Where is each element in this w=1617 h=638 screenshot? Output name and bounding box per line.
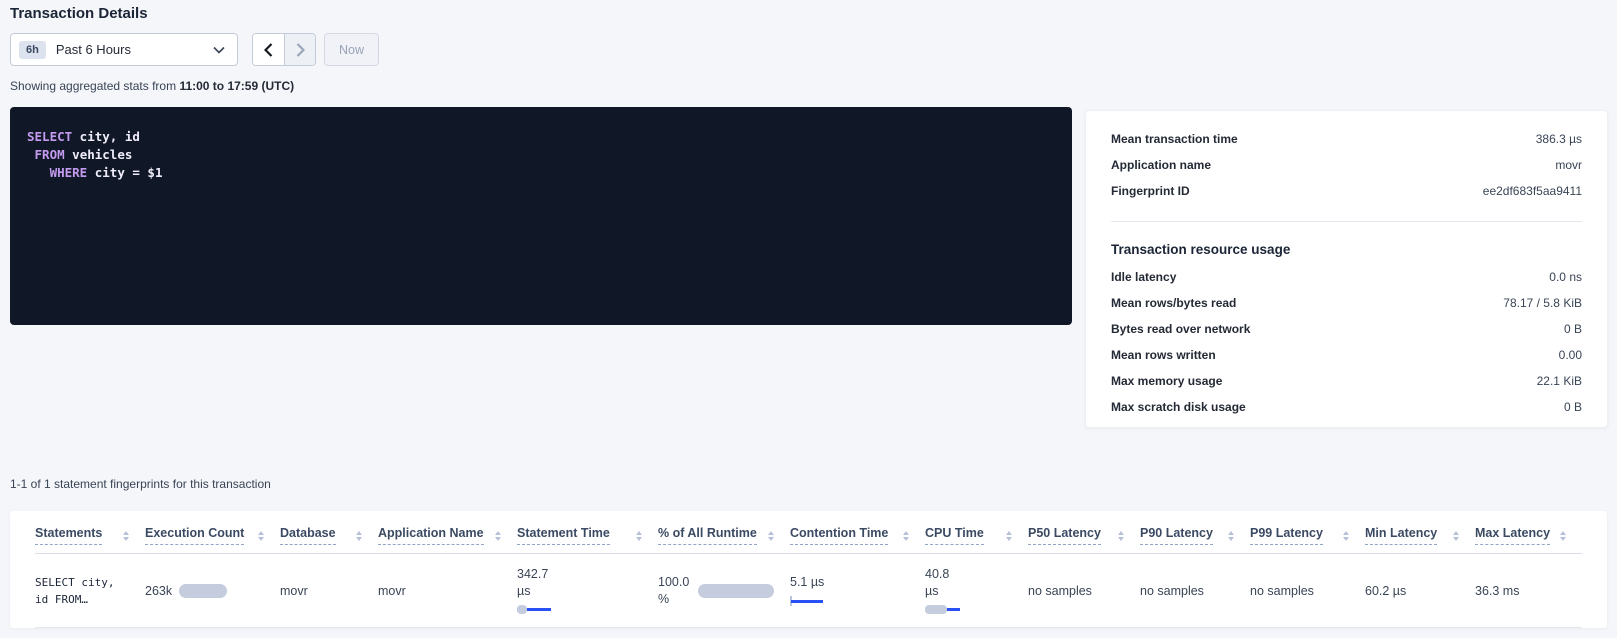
- column-header-statement-time[interactable]: Statement Time: [517, 511, 658, 554]
- aggregated-stats-caption: Showing aggregated stats from 11:00 to 1…: [10, 79, 294, 93]
- summary-label: Application name: [1111, 158, 1211, 172]
- sort-icon: [123, 531, 129, 541]
- sort-icon: [768, 531, 774, 541]
- column-header-cpu-time[interactable]: CPU Time: [925, 511, 1028, 554]
- statements-table-card: Statements Execution Count Database Appl…: [10, 511, 1607, 628]
- statement-fingerprint-link[interactable]: SELECT city, id FROM…: [35, 574, 139, 608]
- summary-value: ee2df683f5aa9411: [1483, 184, 1582, 198]
- resource-label: Mean rows/bytes read: [1111, 296, 1236, 310]
- resource-row: Max memory usage 22.1 KiB: [1111, 374, 1582, 400]
- p90-latency-cell: no samples: [1140, 554, 1250, 628]
- cpu-time-cell: 40.8 µs: [925, 554, 1028, 628]
- summary-label: Mean transaction time: [1111, 132, 1238, 146]
- aggregated-stats-range: 11:00 to 17:59 (UTC): [179, 79, 294, 93]
- resource-value: 0 B: [1564, 322, 1582, 336]
- resource-row: Max scratch disk usage 0 B: [1111, 400, 1582, 426]
- sql-line: SELECT city, id: [27, 128, 1072, 146]
- resource-value: 0 B: [1564, 400, 1582, 414]
- database-cell: movr: [280, 554, 378, 628]
- resource-label: Idle latency: [1111, 270, 1176, 284]
- column-header-max-latency[interactable]: Max Latency: [1475, 511, 1582, 554]
- resource-row: Bytes read over network 0 B: [1111, 322, 1582, 348]
- sort-icon: [356, 531, 362, 541]
- column-header-execution-count[interactable]: Execution Count: [145, 511, 280, 554]
- column-header-p90-latency[interactable]: P90 Latency: [1140, 511, 1250, 554]
- chevron-down-icon: [213, 46, 225, 54]
- execution-count-bar: [179, 584, 227, 598]
- summary-row: Fingerprint ID ee2df683f5aa9411: [1111, 184, 1582, 210]
- time-range-badge: 6h: [19, 41, 46, 59]
- p99-latency-cell: no samples: [1250, 554, 1365, 628]
- resource-usage-title: Transaction resource usage: [1111, 242, 1582, 257]
- transaction-summary-panel: Mean transaction time 386.3 µs Applicati…: [1085, 110, 1608, 428]
- sql-fingerprint-box: SELECT city, id FROM vehicles WHERE city…: [10, 107, 1072, 325]
- page-title: Transaction Details: [10, 5, 148, 22]
- cpu-time-bar: [925, 605, 961, 615]
- divider: [1111, 221, 1582, 222]
- column-header-p99-latency[interactable]: P99 Latency: [1250, 511, 1365, 554]
- table-row: SELECT city, id FROM… 263k movr movr 342…: [35, 554, 1582, 628]
- table-header-row: Statements Execution Count Database Appl…: [35, 511, 1582, 554]
- sort-icon: [1006, 531, 1012, 541]
- sql-line: WHERE city = $1: [27, 164, 1072, 182]
- column-header-database[interactable]: Database: [280, 511, 378, 554]
- time-range-arrows: [252, 33, 316, 66]
- resource-row: Mean rows written 0.00: [1111, 348, 1582, 374]
- column-header-p50-latency[interactable]: P50 Latency: [1028, 511, 1140, 554]
- time-range-select[interactable]: 6h Past 6 Hours: [10, 33, 238, 66]
- p50-latency-cell: no samples: [1028, 554, 1140, 628]
- resource-value: 78.17 / 5.8 KiB: [1503, 296, 1582, 310]
- next-range-button[interactable]: [284, 34, 315, 65]
- column-header-statements[interactable]: Statements: [35, 511, 145, 554]
- contention-time-cell: 5.1 µs: [790, 554, 925, 628]
- resource-label: Max scratch disk usage: [1111, 400, 1246, 414]
- sort-icon: [1228, 531, 1234, 541]
- column-header-min-latency[interactable]: Min Latency: [1365, 511, 1475, 554]
- application-name-cell: movr: [378, 554, 517, 628]
- resource-value: 0.0 ns: [1549, 270, 1582, 284]
- max-latency-cell: 36.3 ms: [1475, 554, 1582, 628]
- sort-icon: [636, 531, 642, 541]
- chevron-right-icon: [296, 43, 305, 57]
- now-button[interactable]: Now: [324, 33, 379, 66]
- pct-runtime-cell: 100.0 %: [658, 554, 790, 628]
- statements-table: Statements Execution Count Database Appl…: [35, 511, 1582, 628]
- time-controls: 6h Past 6 Hours Now: [10, 33, 379, 66]
- contention-time-bar: [790, 596, 824, 606]
- summary-label: Fingerprint ID: [1111, 184, 1190, 198]
- pct-runtime-bar: [698, 584, 774, 598]
- summary-value: 386.3 µs: [1536, 132, 1582, 146]
- execution-count-cell: 263k: [145, 554, 280, 628]
- resource-value: 0.00: [1559, 348, 1582, 362]
- sort-icon: [495, 531, 501, 541]
- summary-row: Application name movr: [1111, 158, 1582, 184]
- sql-line: FROM vehicles: [27, 146, 1072, 164]
- sort-icon: [1453, 531, 1459, 541]
- sort-icon: [258, 531, 264, 541]
- summary-value: movr: [1555, 158, 1582, 172]
- min-latency-cell: 60.2 µs: [1365, 554, 1475, 628]
- statement-time-bar: [517, 605, 551, 615]
- resource-row: Idle latency 0.0 ns: [1111, 270, 1582, 296]
- time-range-label: Past 6 Hours: [56, 42, 131, 57]
- column-header-contention-time[interactable]: Contention Time: [790, 511, 925, 554]
- sort-icon: [903, 531, 909, 541]
- column-header-application-name[interactable]: Application Name: [378, 511, 517, 554]
- resource-label: Bytes read over network: [1111, 322, 1250, 336]
- statements-count-caption: 1-1 of 1 statement fingerprints for this…: [10, 477, 271, 491]
- resource-row: Mean rows/bytes read 78.17 / 5.8 KiB: [1111, 296, 1582, 322]
- statement-time-cell: 342.7 µs: [517, 554, 658, 628]
- sort-icon: [1560, 531, 1566, 541]
- resource-label: Max memory usage: [1111, 374, 1222, 388]
- column-header-pct-runtime[interactable]: % of All Runtime: [658, 511, 790, 554]
- resource-value: 22.1 KiB: [1537, 374, 1582, 388]
- resource-label: Mean rows written: [1111, 348, 1216, 362]
- summary-row: Mean transaction time 386.3 µs: [1111, 132, 1582, 158]
- sort-icon: [1118, 531, 1124, 541]
- chevron-left-icon: [264, 43, 273, 57]
- sort-icon: [1343, 531, 1349, 541]
- previous-range-button[interactable]: [253, 34, 284, 65]
